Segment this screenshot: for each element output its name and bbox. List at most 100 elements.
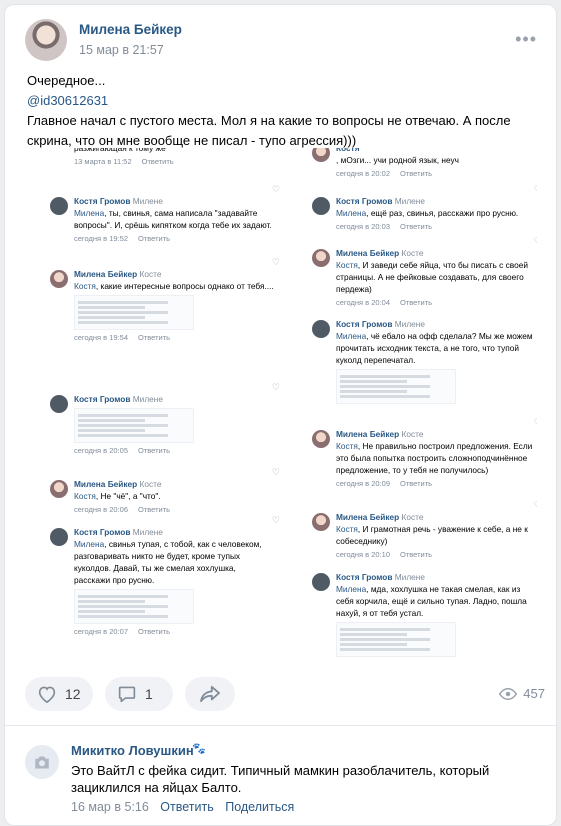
comment-recipient: Косте bbox=[137, 479, 162, 489]
comment-recipient: Милене bbox=[392, 319, 425, 329]
text-line bbox=[78, 306, 146, 309]
comment-meta: сегодня в 20:07 Ответить bbox=[74, 626, 274, 638]
views-count: 457 bbox=[523, 686, 545, 701]
post-mention-link[interactable]: @id30612631 bbox=[27, 91, 539, 111]
comment-reply: Ответить bbox=[400, 550, 433, 559]
comment-meta: сегодня в 19:52 Ответить bbox=[74, 233, 274, 245]
post-text: Очередное... @id30612631 Главное начал с… bbox=[27, 71, 539, 151]
paw-icon: 🐾 bbox=[192, 743, 206, 755]
like-button[interactable]: 12 bbox=[25, 677, 93, 711]
comment-count: 1 bbox=[145, 686, 153, 702]
comment-text: Костя, И заведи себе яйца, что бы писать… bbox=[336, 259, 536, 295]
comment-author: Милена Бейкер bbox=[336, 429, 400, 439]
screenshot-right-column: Костя , мОзги... учи родной язык, неуч сег… bbox=[308, 148, 537, 670]
embedded-image bbox=[336, 622, 456, 657]
comment-address: Костя bbox=[336, 441, 358, 451]
comment-author: Милена Бейкер bbox=[74, 479, 138, 489]
comment-reply: Ответить bbox=[138, 234, 171, 243]
comment-author: Костя Громов bbox=[336, 572, 393, 582]
comment-reply: Ответить bbox=[138, 505, 171, 514]
embedded-image bbox=[74, 295, 194, 330]
comment-body: Милена Бейкер Косте Костя, какие интересн… bbox=[74, 268, 274, 344]
commenter-name[interactable]: Микитко Ловушкин bbox=[71, 743, 194, 758]
text-line bbox=[78, 301, 168, 304]
text-line bbox=[78, 311, 168, 314]
comment-author: Милена Бейкер bbox=[336, 512, 400, 522]
text-line bbox=[340, 638, 430, 641]
comment-reply: Ответить bbox=[400, 479, 433, 488]
comment-author: Костя bbox=[336, 148, 360, 153]
comment-text: Костя, какие интересные вопросы однако о… bbox=[74, 280, 274, 292]
comment-text: Костя, Не правильно построил предложения… bbox=[336, 440, 536, 476]
text-line bbox=[78, 316, 146, 319]
comment-body: Костя Громов Милене Милена, ещё раз, свин… bbox=[336, 195, 536, 233]
comment-button[interactable]: 1 bbox=[105, 677, 173, 711]
reply-button[interactable]: Ответить bbox=[160, 800, 213, 814]
comment-author: Милена Бейкер bbox=[74, 269, 138, 279]
comment-time: сегодня в 19:52 bbox=[74, 234, 128, 243]
heart-icon: ♡ bbox=[534, 236, 537, 247]
heart-icon: ♡ bbox=[271, 382, 280, 392]
comment-recipient: Милене bbox=[392, 572, 425, 582]
comment-avatar bbox=[312, 573, 330, 591]
heart-icon: ♡ bbox=[271, 515, 280, 525]
comment-meta: сегодня в 20:10 Ответить bbox=[336, 549, 536, 561]
comment-author: Костя Громов bbox=[336, 319, 393, 329]
comment-avatar bbox=[312, 320, 330, 338]
comment-text: Костя, И грамотная речь - уважение к себ… bbox=[336, 523, 536, 547]
post-date[interactable]: 15 мар в 21:57 bbox=[79, 43, 164, 57]
author-avatar[interactable] bbox=[25, 19, 67, 61]
comment-date[interactable]: 16 мар в 5:16 bbox=[71, 800, 149, 814]
comment-avatar bbox=[50, 395, 68, 413]
text-line bbox=[78, 429, 146, 432]
share-button[interactable] bbox=[185, 677, 235, 711]
comment-header: Костя Громов Милене bbox=[336, 571, 536, 583]
share-link[interactable]: Поделиться bbox=[225, 800, 294, 814]
comment-meta: сегодня в 20:03 Ответить bbox=[336, 221, 536, 233]
text-line bbox=[78, 321, 168, 324]
text-line bbox=[340, 380, 408, 383]
comment-text-body: разжигающая к тому же bbox=[74, 148, 166, 153]
comment-header: Костя Громов Милене bbox=[74, 393, 274, 405]
comment-text: , мОзги... учи родной язык, неуч bbox=[336, 154, 536, 166]
text-line bbox=[78, 605, 168, 608]
comment-text: Милена, свинья тупая, с тобой, как с чел… bbox=[74, 538, 274, 586]
comment-address: Милена bbox=[74, 208, 105, 218]
comment-time: сегодня в 20:09 bbox=[336, 479, 390, 488]
comment-text: разжигающая к тому же bbox=[74, 148, 274, 154]
comment-body: Милена Бейкер Косте Костя, Не "чё", а "чт… bbox=[74, 478, 274, 516]
comment-body: Костя , мОзги... учи родной язык, неуч сег… bbox=[336, 148, 536, 180]
comment-time: сегодня в 20:07 bbox=[74, 627, 128, 636]
comment-avatar bbox=[312, 513, 330, 531]
text-line bbox=[340, 633, 408, 636]
comment-avatar bbox=[50, 270, 68, 288]
eye-icon bbox=[499, 687, 518, 700]
comment-time: 13 марта в 11:52 bbox=[74, 157, 132, 166]
more-options-icon[interactable]: ••• bbox=[515, 30, 537, 48]
comment-reply: Ответить bbox=[141, 157, 174, 166]
comment-address: Милена bbox=[336, 208, 367, 218]
comment-text-body: , ты, свинья, сама написала "задавайте в… bbox=[74, 208, 272, 230]
attached-screenshot[interactable]: разжигающая к тому же 13 марта в 11:52 Отв… bbox=[26, 148, 537, 670]
comment-body: Костя Громов Милене Милена, мда, хохлушка… bbox=[336, 571, 536, 657]
comment-time: сегодня в 20:05 bbox=[74, 446, 128, 455]
author-name[interactable]: Милена Бейкер bbox=[79, 22, 182, 37]
comment-recipient: Косте bbox=[399, 512, 424, 522]
comment-header: Милена Бейкер Косте bbox=[74, 478, 274, 490]
comment-icon bbox=[118, 686, 136, 703]
comment-header: Костя Громов Милене bbox=[336, 195, 536, 207]
comment-text-body: , Не правильно построил предложения. Есл… bbox=[336, 441, 533, 475]
heart-icon: ♡ bbox=[271, 257, 280, 267]
text-line bbox=[78, 419, 146, 422]
comment-header: Милена Бейкер Косте bbox=[74, 268, 274, 280]
comment-time: сегодня в 20:02 bbox=[336, 169, 390, 178]
comment-reply: Ответить bbox=[400, 298, 433, 307]
comment-recipient: Косте bbox=[399, 429, 424, 439]
commenter-avatar[interactable] bbox=[25, 745, 59, 779]
heart-icon: ♡ bbox=[534, 417, 537, 428]
comment-avatar bbox=[312, 197, 330, 215]
comment-body: Милена Бейкер Косте Костя, И заведи себе … bbox=[336, 247, 536, 309]
text-line bbox=[78, 414, 168, 417]
text-line bbox=[340, 385, 430, 388]
comment-author: Костя Громов bbox=[74, 527, 131, 537]
